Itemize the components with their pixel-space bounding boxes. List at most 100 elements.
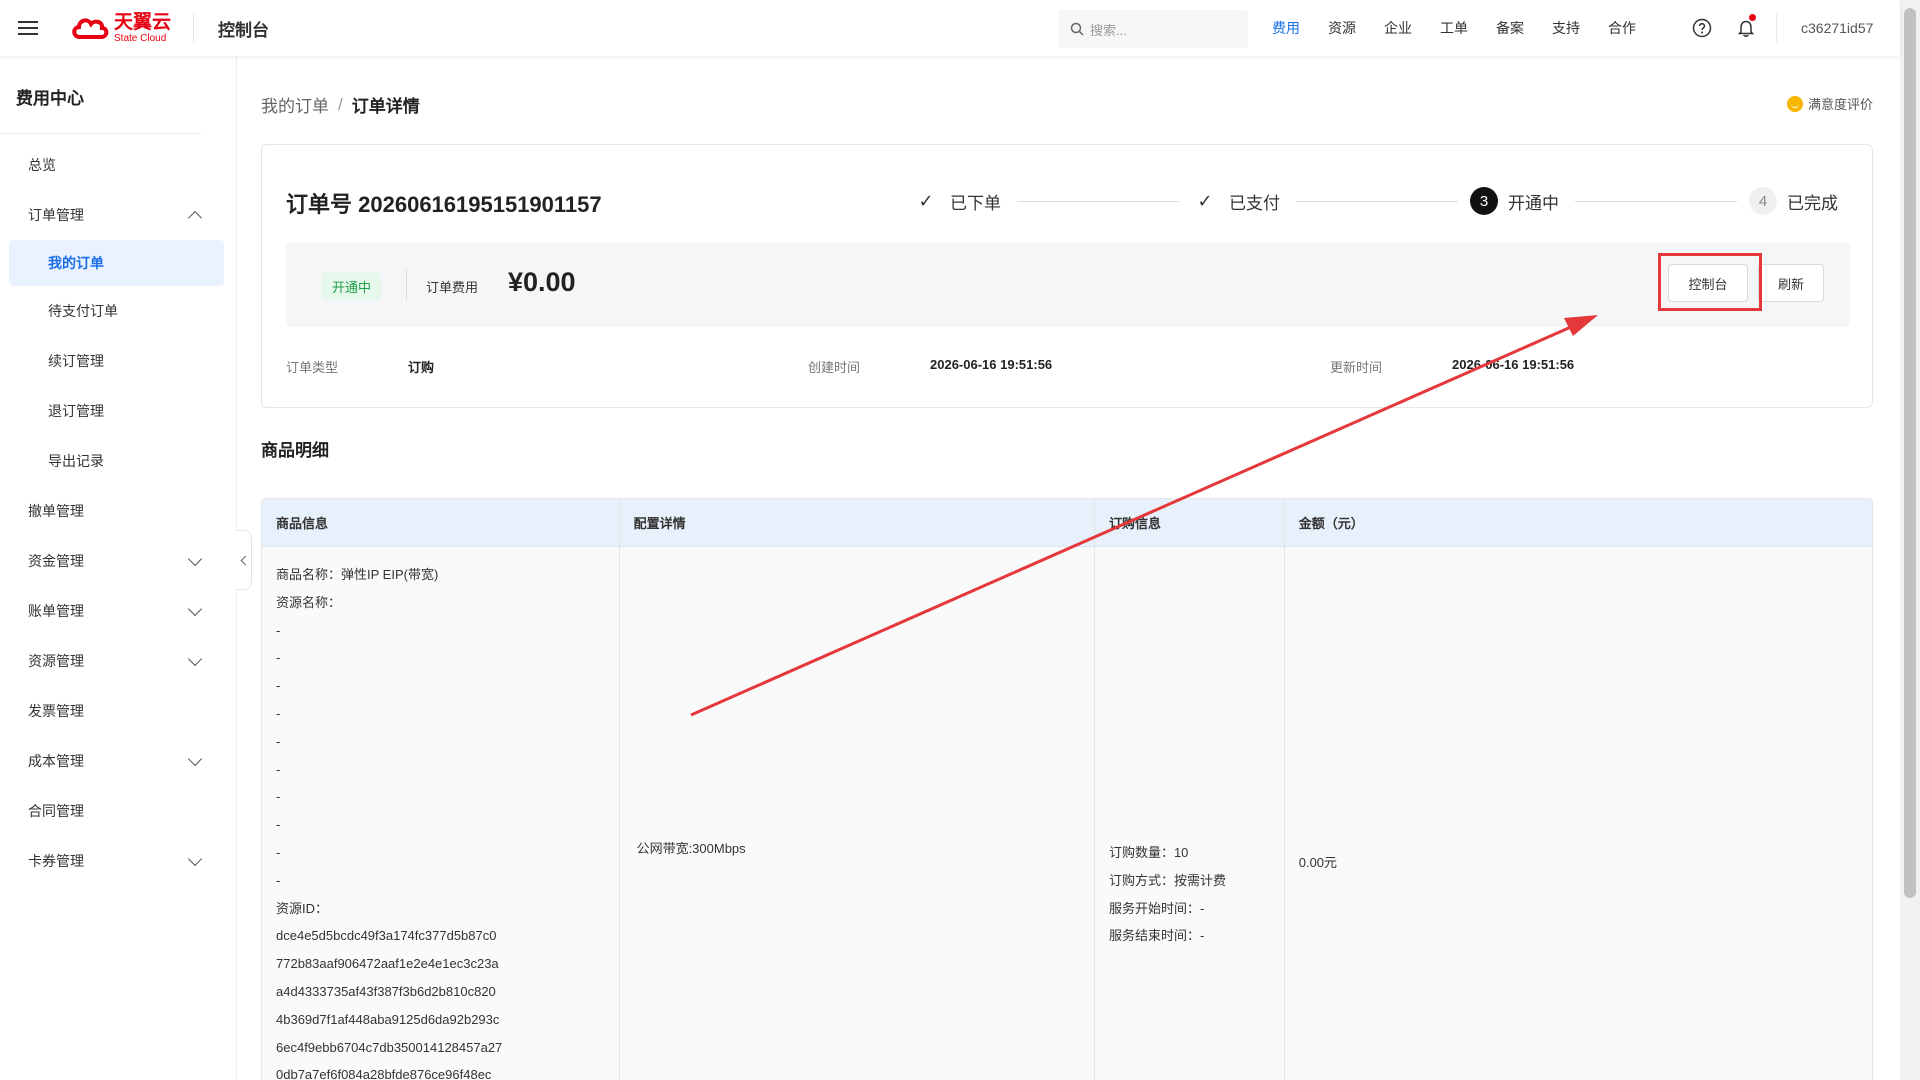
sidebar-item-pending-orders[interactable]: 待支付订单 bbox=[0, 286, 236, 336]
meta-value: 2026-06-16 19:51:56 bbox=[930, 357, 1053, 372]
sidebar-item-label: 总览 bbox=[28, 157, 56, 173]
sidebar-item-label: 退订管理 bbox=[48, 403, 104, 419]
nav-filing[interactable]: 备案 bbox=[1482, 18, 1538, 38]
notification-dot bbox=[1749, 14, 1756, 21]
sidebar-item-invoices[interactable]: 发票管理 bbox=[0, 686, 236, 736]
step-number: 3 bbox=[1470, 187, 1498, 215]
order-number-label: 订单号 bbox=[286, 192, 353, 217]
sidebar-item-label: 成本管理 bbox=[28, 753, 84, 769]
satisfaction-label: 满意度评价 bbox=[1807, 97, 1873, 112]
resource-id: 4b369d7f1af448aba9125d6da92b293c bbox=[276, 1011, 500, 1027]
meta-label: 创建时间 bbox=[808, 360, 861, 375]
info-line: - bbox=[276, 789, 281, 805]
nav-support[interactable]: 支持 bbox=[1538, 18, 1594, 38]
column-header: 金额（元） bbox=[1298, 516, 1364, 531]
info-line: - bbox=[276, 733, 281, 749]
config-detail: 公网带宽:300Mbps bbox=[636, 840, 746, 856]
sidebar-item-contracts[interactable]: 合同管理 bbox=[0, 786, 236, 836]
meta-order-type: 订单类型 订购 bbox=[286, 357, 434, 376]
sidebar-item-renewal[interactable]: 续订管理 bbox=[0, 336, 236, 386]
column-header: 商品信息 bbox=[262, 499, 620, 546]
sidebar-item-funds[interactable]: 资金管理 bbox=[0, 536, 236, 586]
sidebar-item-unsubscribe[interactable]: 退订管理 bbox=[0, 386, 236, 436]
sidebar-item-label: 资源管理 bbox=[28, 653, 84, 669]
nav-enterprise[interactable]: 企业 bbox=[1370, 18, 1426, 38]
sidebar-item-label: 撤单管理 bbox=[28, 503, 84, 519]
step-label: 开通中 bbox=[1508, 193, 1559, 213]
sidebar-item-label: 我的订单 bbox=[48, 255, 104, 271]
nav-partner[interactable]: 合作 bbox=[1594, 18, 1650, 38]
resource-id: a4d4333735af43f387f3b6d2b810c820 bbox=[276, 983, 496, 999]
step-label: 已完成 bbox=[1787, 193, 1838, 213]
logo[interactable]: 天翼云 State Cloud bbox=[56, 13, 195, 44]
help-icon[interactable] bbox=[1680, 0, 1724, 56]
info-line: - bbox=[276, 650, 281, 666]
chevron-down-icon bbox=[187, 851, 203, 866]
nav-fees[interactable]: 费用 bbox=[1258, 18, 1314, 38]
resource-id: 772b83aaf906472aaf1e2e4e1ec3c23a bbox=[276, 956, 499, 972]
fee-label: 订单费用 bbox=[426, 280, 479, 295]
satisfaction-link[interactable]: 满意度评价 bbox=[1786, 94, 1873, 113]
step-provisioning: 3 开通中 bbox=[1470, 187, 1559, 215]
sidebar-item-costs[interactable]: 成本管理 bbox=[0, 736, 236, 786]
menu-icon[interactable] bbox=[0, 0, 56, 56]
step-ordered: ✓ 已下单 bbox=[912, 187, 1001, 215]
smiley-icon bbox=[1786, 95, 1803, 112]
info-line: - bbox=[276, 761, 281, 777]
goods-table: 商品信息 配置详情 订购信息 金额（元） 商品名称：弹性IP EIP(带宽) 资… bbox=[261, 498, 1873, 1080]
cell-config: 公网带宽:300Mbps bbox=[620, 547, 1095, 1080]
order-number-value: 20260616195151901157 bbox=[358, 192, 602, 217]
page-scrollbar[interactable] bbox=[1900, 0, 1920, 1080]
sidebar-item-label: 账单管理 bbox=[28, 603, 84, 619]
sidebar-item-export[interactable]: 导出记录 bbox=[0, 436, 236, 486]
sidebar-item-my-orders[interactable]: 我的订单 bbox=[9, 240, 224, 286]
meta-value: 2026-06-16 19:51:56 bbox=[1452, 357, 1575, 372]
check-icon: ✓ bbox=[918, 190, 934, 211]
info-line: 资源名称： bbox=[276, 594, 342, 610]
sidebar-item-resources[interactable]: 资源管理 bbox=[0, 636, 236, 686]
meta-label: 订单类型 bbox=[286, 360, 339, 375]
sidebar-item-coupons[interactable]: 卡券管理 bbox=[0, 836, 236, 886]
sidebar-collapse-button[interactable] bbox=[236, 530, 252, 590]
meta-updated-time: 更新时间 2026-06-16 19:51:56 bbox=[1330, 357, 1574, 376]
amount-value: 0.00元 bbox=[1298, 854, 1338, 870]
info-line: - bbox=[276, 678, 281, 694]
nav-resources[interactable]: 资源 bbox=[1314, 18, 1370, 38]
cell-purchase-info: 订购数量：10 订购方式：按需计费 服务开始时间：- 服务结束时间：- bbox=[1095, 547, 1285, 1080]
info-line: - bbox=[276, 872, 281, 888]
sidebar-item-label: 合同管理 bbox=[28, 803, 84, 819]
chevron-down-icon bbox=[187, 751, 203, 766]
goods-section-title: 商品明细 bbox=[261, 441, 329, 460]
breadcrumb-my-orders[interactable]: 我的订单 bbox=[261, 92, 329, 117]
console-title[interactable]: 控制台 bbox=[218, 16, 269, 41]
resource-id: 6ec4f9ebb6704c7db350014128457a27 bbox=[276, 1039, 503, 1055]
purchase-line: 订购数量：10 bbox=[1108, 845, 1189, 860]
top-nav: 费用 资源 企业 工单 备案 支持 合作 bbox=[1258, 0, 1650, 56]
top-bar: 天翼云 State Cloud 控制台 搜索... 费用 资源 企业 工单 备案… bbox=[0, 0, 1900, 56]
user-account[interactable]: c36271id57 bbox=[1776, 14, 1873, 42]
purchase-line: 服务开始时间：- bbox=[1108, 900, 1205, 916]
info-line: - bbox=[276, 705, 281, 721]
sidebar-item-order-management[interactable]: 订单管理 bbox=[0, 190, 236, 240]
search-icon bbox=[1070, 22, 1084, 36]
chevron-left-icon bbox=[240, 555, 250, 565]
sidebar-item-overview[interactable]: 总览 bbox=[0, 140, 236, 190]
divider bbox=[406, 269, 407, 301]
info-line: 商品名称：弹性IP EIP(带宽) bbox=[276, 567, 439, 582]
order-number: 订单号 20260616195151901157 bbox=[286, 187, 602, 219]
breadcrumb-current: 订单详情 bbox=[351, 97, 420, 116]
sidebar-item-bills[interactable]: 账单管理 bbox=[0, 586, 236, 636]
chevron-down-icon bbox=[187, 551, 203, 566]
search-input[interactable]: 搜索... bbox=[1058, 10, 1248, 48]
step-completed: 4 已完成 bbox=[1749, 187, 1838, 215]
bell-icon[interactable] bbox=[1724, 0, 1768, 56]
scrollbar-thumb[interactable] bbox=[1904, 8, 1916, 898]
fee-value: ¥0.00 bbox=[508, 267, 576, 297]
logo-subtext: State Cloud bbox=[114, 32, 167, 44]
info-line: - bbox=[276, 817, 281, 833]
breadcrumb: 我的订单 / 订单详情 bbox=[261, 92, 420, 117]
refresh-button[interactable]: 刷新 bbox=[1758, 264, 1824, 302]
sidebar-item-cancel-orders[interactable]: 撤单管理 bbox=[0, 486, 236, 536]
meta-created-time: 创建时间 2026-06-16 19:51:56 bbox=[808, 357, 1052, 376]
nav-tickets[interactable]: 工单 bbox=[1426, 18, 1482, 38]
